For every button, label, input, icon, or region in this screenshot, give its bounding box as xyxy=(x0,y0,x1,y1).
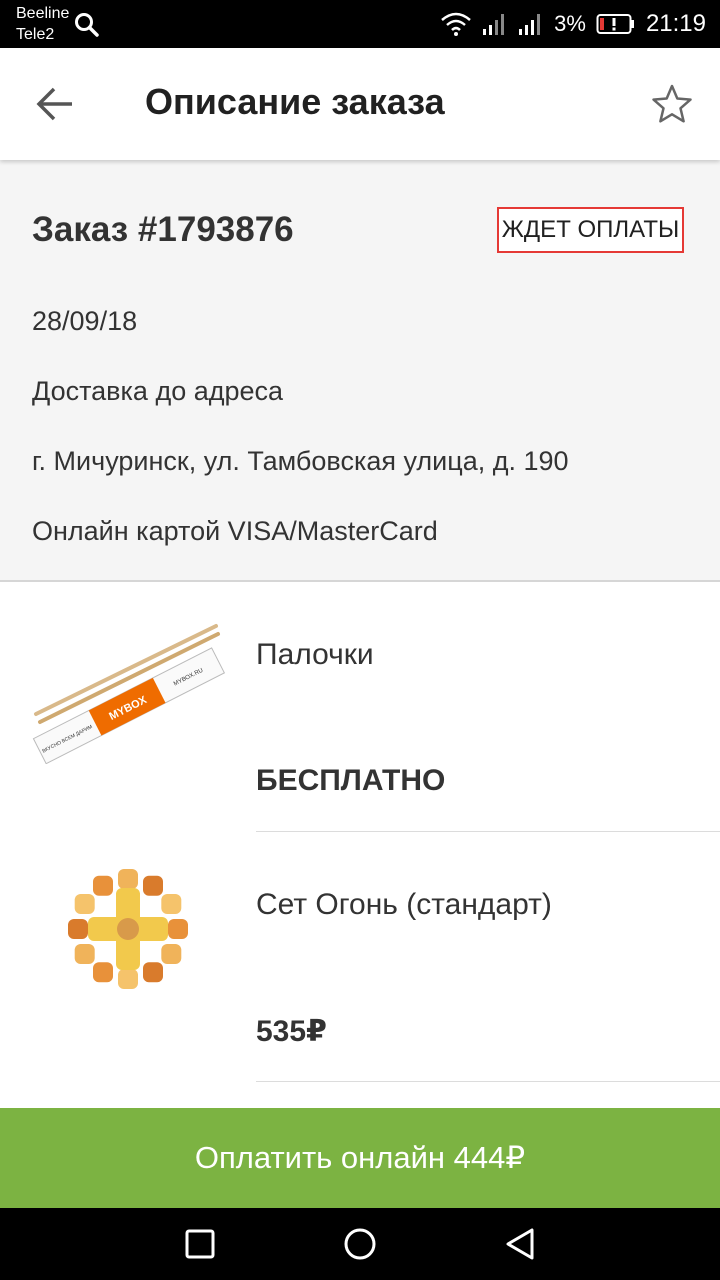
arrow-back-icon[interactable] xyxy=(34,83,76,125)
sushi-piece xyxy=(161,894,182,914)
page-title: Описание заказа xyxy=(145,81,445,122)
battery-low-icon xyxy=(596,14,634,34)
sushi-piece xyxy=(143,875,163,896)
app-bar: Описание заказа xyxy=(0,48,720,160)
payment-method: Онлайн картой VISA/MasterCard xyxy=(32,516,438,546)
back-icon[interactable] xyxy=(502,1226,538,1262)
sushi-piece xyxy=(161,944,182,964)
sushi-piece xyxy=(143,962,163,983)
carrier-names: Beeline Tele2 xyxy=(16,3,69,45)
order-summary: Заказ #1793876 ЖДЕТ ОПЛАТЫ 28/09/18 Дост… xyxy=(0,160,720,582)
system-nav-bar xyxy=(0,1208,720,1280)
status-badge: ЖДЕТ ОПЛАТЫ xyxy=(497,207,684,253)
order-date: 28/09/18 xyxy=(32,306,138,336)
signal-icon xyxy=(483,14,505,35)
sushi-piece xyxy=(168,919,188,939)
order-number: Заказ #1793876 xyxy=(32,210,294,249)
sushi-piece xyxy=(74,944,95,964)
search-icon xyxy=(75,13,99,37)
star-outline-icon[interactable] xyxy=(650,82,694,126)
wifi-icon xyxy=(441,12,471,36)
status-bar: Beeline Tele2 3% 21:19 xyxy=(0,0,720,48)
list-item[interactable]: Сет Огонь (стандарт) 535₽ xyxy=(0,832,720,1082)
sushi-set-image xyxy=(62,863,194,995)
chopsticks-image: MYBOX MYBOX.RU ВКУСНО ВСЕМ ДАРИМ xyxy=(32,624,226,764)
sushi-piece xyxy=(93,875,113,896)
item-price: 535₽ xyxy=(256,1015,327,1048)
clock: 21:19 xyxy=(645,10,706,37)
carrier-2: Tele2 xyxy=(16,26,55,43)
pay-online-button[interactable]: Оплатить онлайн 444₽ xyxy=(0,1108,720,1208)
sushi-piece xyxy=(68,919,88,939)
sushi-piece xyxy=(93,962,113,983)
battery-percent: 3% xyxy=(554,11,586,36)
item-name: Сет Огонь (стандарт) xyxy=(256,888,552,921)
item-price: БЕСПЛАТНО xyxy=(256,764,446,797)
list-item[interactable]: MYBOX MYBOX.RU ВКУСНО ВСЕМ ДАРИМ Палочки… xyxy=(0,582,720,832)
sushi-piece xyxy=(74,894,95,914)
delivery-type: Доставка до адреса xyxy=(32,376,284,406)
divider xyxy=(256,1081,720,1082)
delivery-address: г. Мичуринск, ул. Тамбовская улица, д. 1… xyxy=(32,446,569,476)
order-details-screen: Beeline Tele2 3% 21:19 Описание заказа З… xyxy=(0,0,720,1280)
signal-icon-2 xyxy=(519,14,541,35)
sushi-piece xyxy=(118,869,138,889)
item-name: Палочки xyxy=(256,638,374,671)
sushi-piece xyxy=(118,969,138,989)
home-icon[interactable] xyxy=(342,1226,378,1262)
recent-apps-icon[interactable] xyxy=(182,1226,218,1262)
carrier-1: Beeline xyxy=(16,5,70,22)
